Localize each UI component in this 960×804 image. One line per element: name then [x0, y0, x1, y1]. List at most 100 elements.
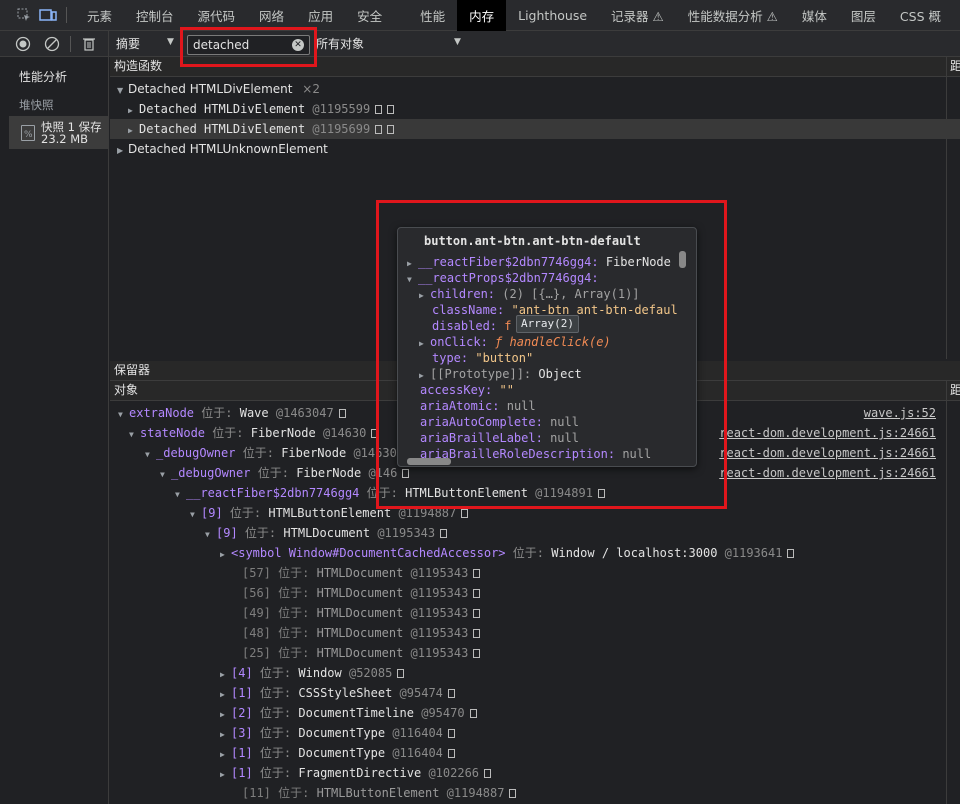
reveal-icon[interactable] — [473, 569, 481, 578]
clear-icon[interactable] — [43, 35, 61, 53]
retainer-in: 位于: — [259, 726, 292, 740]
collapsed-triangle-icon[interactable]: ▶ — [128, 121, 139, 141]
record-icon[interactable] — [14, 35, 32, 53]
retainer-row[interactable]: [49] 位于: HTMLDocument @1195343 — [110, 603, 960, 623]
retainer-id: @102266 — [428, 766, 480, 780]
tab-security[interactable]: 安全 — [345, 0, 408, 31]
reveal-icon[interactable] — [440, 529, 448, 538]
expanded-triangle-icon[interactable]: ▼ — [160, 465, 171, 485]
source-link[interactable]: react-dom.development.js:24661 — [719, 423, 936, 443]
tab-performance-insights[interactable]: 性能数据分析 ⚠ — [676, 0, 790, 31]
tab-application[interactable]: 应用 — [296, 0, 345, 31]
collapsed-triangle-icon[interactable]: ▶ — [117, 141, 128, 161]
retainer-row[interactable]: ▶ <symbol Window#DocumentCachedAccessor> … — [110, 543, 960, 563]
retainer-row[interactable]: [57] 位于: HTMLDocument @1195343 — [110, 563, 960, 583]
expanded-triangle-icon[interactable]: ▼ — [205, 525, 216, 545]
distance-column-header[interactable]: 距 — [946, 381, 960, 400]
reveal-icon[interactable] — [473, 589, 481, 598]
tab-media[interactable]: 媒体 — [790, 0, 839, 31]
expanded-triangle-icon[interactable]: ▼ — [117, 81, 128, 101]
reveal-icon[interactable] — [447, 689, 455, 698]
reveal-icon[interactable] — [473, 609, 481, 618]
inspect-element-icon[interactable] — [12, 0, 36, 31]
retainer-row[interactable]: ▶ [2] 位于: DocumentTimeline @95470 — [110, 703, 960, 723]
retainer-row[interactable]: ▶ [3] 位于: DocumentType @116404 — [110, 723, 960, 743]
collapsed-triangle-icon[interactable]: ▶ — [128, 101, 139, 121]
store-as-global-icon[interactable] — [375, 125, 383, 134]
source-link[interactable]: react-dom.development.js:24661 — [719, 463, 936, 483]
device-toolbar-icon[interactable] — [36, 0, 60, 31]
retainer-object: DocumentTimeline — [298, 706, 414, 720]
constructor-name: Detached HTMLUnknownElement — [128, 142, 328, 156]
tab-lighthouse[interactable]: Lighthouse — [506, 0, 599, 31]
reveal-icon[interactable] — [509, 789, 517, 798]
store-as-global-icon[interactable] — [375, 105, 383, 114]
reveal-icon[interactable] — [484, 769, 492, 778]
reveal-icon[interactable] — [338, 409, 346, 418]
retainer-key: [9] — [201, 506, 223, 520]
trash-icon[interactable] — [80, 35, 98, 53]
retainer-row[interactable]: ▶ [4] 位于: Window @52085 — [110, 663, 960, 683]
tab-memory[interactable]: 内存 — [457, 0, 507, 31]
distance-column-header[interactable]: 距 — [946, 57, 960, 76]
tab-console[interactable]: 控制台 — [124, 0, 186, 31]
collapsed-triangle-icon[interactable]: ▶ — [220, 705, 231, 725]
reveal-icon[interactable] — [461, 509, 469, 518]
snapshot-item[interactable]: % 快照 1 保存 23.2 MB — [9, 116, 109, 149]
collapsed-triangle-icon[interactable]: ▶ — [220, 725, 231, 745]
constructor-row[interactable]: ▶ Detached HTMLDivElement @1195599 — [110, 99, 960, 119]
retainer-object: HTMLDocument — [316, 646, 404, 660]
reveal-icon[interactable] — [447, 749, 455, 758]
view-select-arrow-icon[interactable]: ▼ — [167, 37, 174, 47]
tab-recorder[interactable]: 记录器 ⚠ — [599, 0, 676, 31]
tab-sources[interactable]: 源代码 — [186, 0, 248, 31]
constructor-row[interactable]: ▼ Detached HTMLDivElement ×2 — [110, 79, 960, 99]
reveal-icon[interactable] — [397, 669, 405, 678]
source-link[interactable]: wave.js:52 — [864, 403, 936, 423]
expanded-triangle-icon[interactable]: ▼ — [190, 505, 201, 525]
retainer-key: _debugOwner — [156, 446, 236, 460]
retainer-row[interactable]: ▶ [1] 位于: CSSStyleSheet @95474 — [110, 683, 960, 703]
tab-css-overview[interactable]: CSS 概 — [888, 0, 953, 31]
constructor-row[interactable]: ▶ Detached HTMLUnknownElement — [110, 139, 960, 159]
source-link[interactable]: react-dom.development.js:24661 — [719, 443, 936, 463]
expanded-triangle-icon[interactable]: ▼ — [145, 445, 156, 465]
reveal-icon[interactable] — [473, 629, 481, 638]
tab-elements[interactable]: 元素 — [75, 0, 124, 31]
expanded-triangle-icon[interactable]: ▼ — [129, 425, 140, 445]
constructor-row-selected[interactable]: ▶ Detached HTMLDivElement @1195699 — [110, 119, 960, 139]
reveal-icon[interactable] — [447, 729, 455, 738]
collapsed-triangle-icon[interactable]: ▶ — [220, 745, 231, 765]
retainer-row[interactable]: [25] 位于: HTMLDocument @1195343 — [110, 643, 960, 663]
reveal-icon[interactable] — [387, 125, 395, 134]
retainer-row[interactable]: [11] 位于: HTMLButtonElement @1194887 — [110, 783, 960, 803]
retainer-key: [49] — [242, 606, 271, 620]
retainer-in: 位于: — [259, 766, 292, 780]
tab-layers[interactable]: 图层 — [839, 0, 888, 31]
reveal-icon[interactable] — [473, 649, 481, 658]
object-scope-arrow-icon[interactable]: ▼ — [454, 37, 461, 47]
reveal-icon[interactable] — [469, 709, 477, 718]
retainer-in: 位于: — [278, 566, 310, 580]
collapsed-triangle-icon[interactable]: ▶ — [220, 765, 231, 785]
retainer-row[interactable]: ▶ [1] 位于: FragmentDirective @102266 — [110, 763, 960, 783]
tab-performance[interactable]: 性能 — [408, 0, 457, 31]
collapsed-triangle-icon[interactable]: ▶ — [220, 665, 231, 685]
collapsed-triangle-icon[interactable]: ▶ — [220, 545, 231, 565]
reveal-icon[interactable] — [387, 105, 395, 114]
collapsed-triangle-icon[interactable]: ▶ — [220, 685, 231, 705]
tab-network[interactable]: 网络 — [247, 0, 296, 31]
retainer-key: _debugOwner — [171, 466, 251, 480]
retainer-object: DocumentType — [298, 746, 386, 760]
view-select[interactable]: 摘要 — [116, 35, 140, 53]
retainer-row[interactable]: [48] 位于: HTMLDocument @1195343 — [110, 623, 960, 643]
object-name: Detached HTMLDivElement — [139, 122, 306, 136]
retainer-row[interactable]: ▶ [1] 位于: DocumentType @116404 — [110, 743, 960, 763]
retainer-row[interactable]: [56] 位于: HTMLDocument @1195343 — [110, 583, 960, 603]
expanded-triangle-icon[interactable]: ▼ — [118, 405, 129, 425]
reveal-icon[interactable] — [787, 549, 795, 558]
object-scope-select[interactable]: 所有对象 — [316, 35, 364, 53]
expanded-triangle-icon[interactable]: ▼ — [175, 485, 186, 505]
retainer-row[interactable]: ▼ [9] 位于: HTMLDocument @1195343 — [110, 523, 960, 543]
retainer-object: Wave — [239, 406, 269, 420]
